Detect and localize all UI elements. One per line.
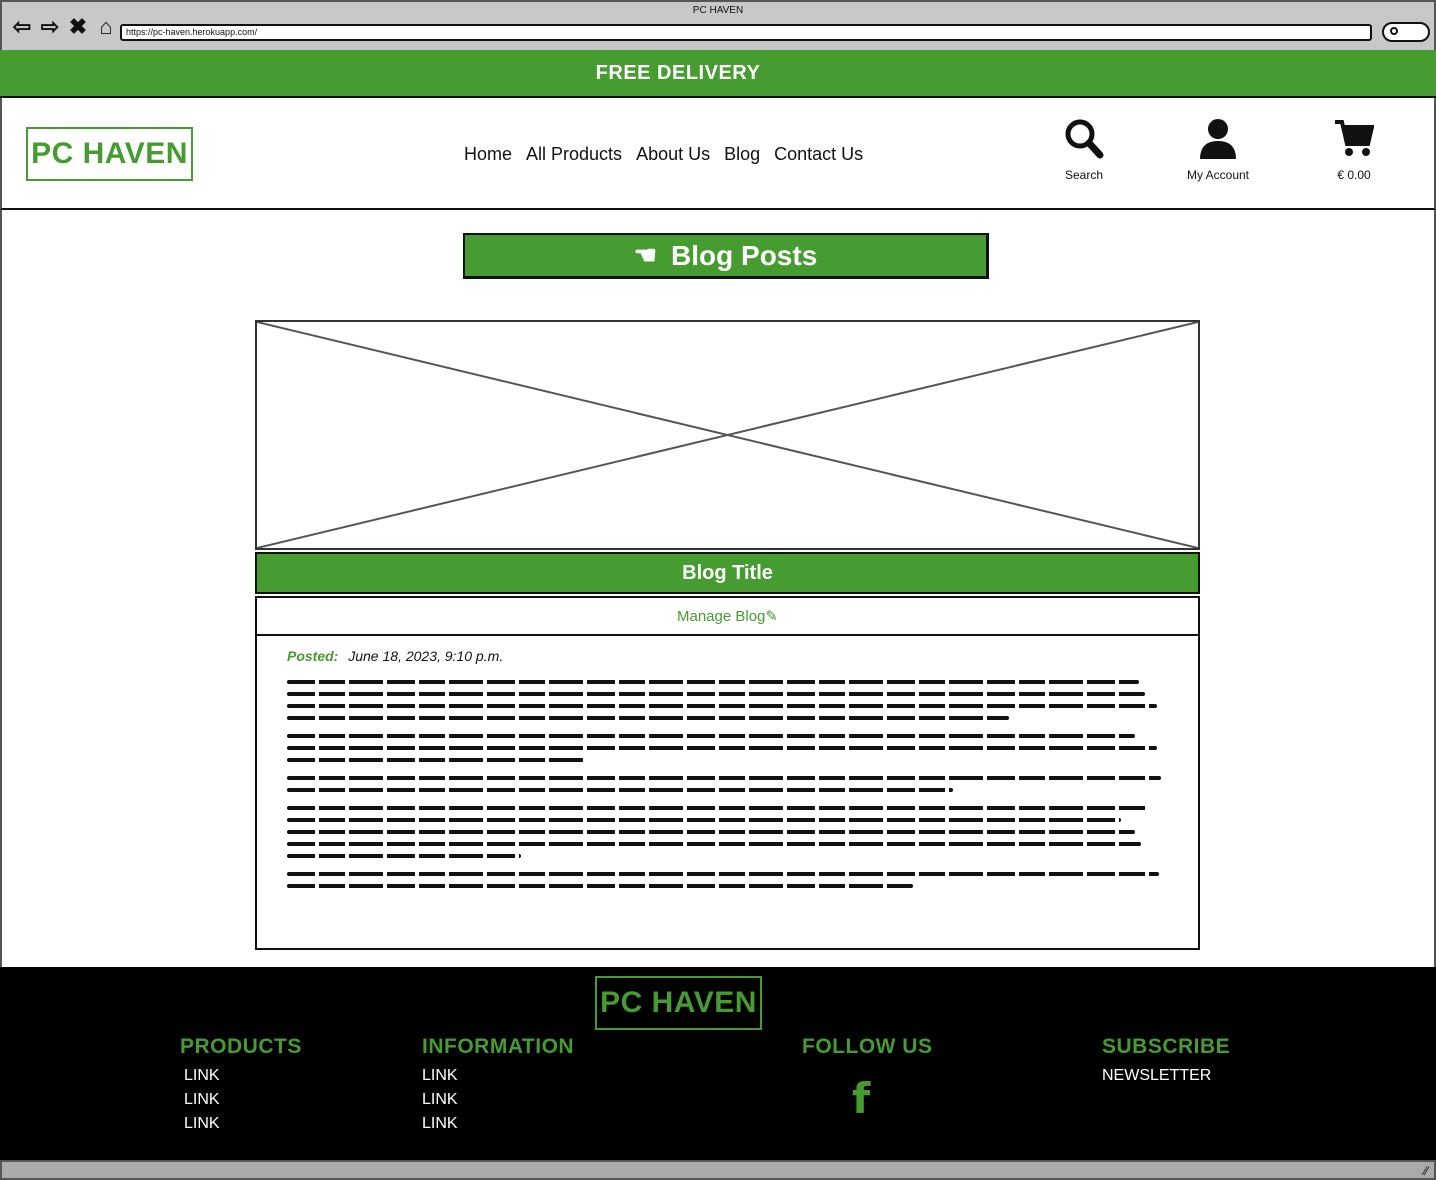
browser-status-bar: ⁄⁄: [0, 1160, 1436, 1180]
shopping-cart-icon: [1335, 120, 1374, 156]
nav-all-products[interactable]: All Products: [526, 144, 622, 165]
footer-products-column: PRODUCTS LINK LINK LINK: [180, 1035, 302, 1139]
my-account-button[interactable]: My Account: [1178, 118, 1258, 182]
banner-text: FREE DELIVERY: [595, 61, 761, 84]
window-title: PC HAVEN: [692, 5, 744, 16]
free-delivery-banner: FREE DELIVERY: [0, 50, 1436, 98]
my-account-label: My Account: [1186, 168, 1250, 182]
page-heading-text: Blog Posts: [671, 239, 818, 271]
manage-blog-link[interactable]: Manage Blog ✎: [255, 596, 1200, 636]
user-icon: [1200, 119, 1236, 159]
blog-paragraph: [287, 806, 1168, 858]
forward-arrow-icon[interactable]: ⇨: [38, 16, 62, 40]
site-header: PC HAVEN Home All Products About Us Blog…: [0, 98, 1436, 210]
site-footer: PC HAVEN PRODUCTS LINK LINK LINK INFORMA…: [0, 967, 1436, 1160]
posted-date: Posted: June 18, 2023, 9:10 p.m.: [287, 648, 1168, 664]
blog-paragraph: [287, 734, 1168, 762]
page-heading: ☚ Blog Posts: [463, 233, 989, 279]
footer-follow-column: FOLLOW US: [802, 1035, 932, 1067]
main-nav: Home All Products About Us Blog Contact …: [464, 144, 863, 165]
footer-products-title: PRODUCTS: [180, 1035, 302, 1058]
footer-follow-title: FOLLOW US: [802, 1035, 933, 1058]
blog-title[interactable]: Blog Title: [255, 552, 1200, 594]
site-logo[interactable]: PC HAVEN: [26, 127, 193, 181]
nav-home[interactable]: Home: [464, 144, 512, 165]
posted-date-value: June 18, 2023, 9:10 p.m.: [348, 648, 504, 664]
close-icon[interactable]: ✖: [66, 16, 90, 40]
blog-card: Blog Title Manage Blog ✎ Posted: June 18…: [255, 320, 1200, 950]
browser-nav-buttons: ⇦ ⇨ ✖ ⌂: [10, 16, 118, 40]
footer-products-link[interactable]: LINK: [184, 1091, 302, 1109]
footer-information-link[interactable]: LINK: [422, 1091, 574, 1109]
posted-label: Posted:: [287, 648, 339, 664]
footer-information-title: INFORMATION: [422, 1035, 575, 1058]
url-bar[interactable]: https://pc-haven.herokuapp.com/: [120, 24, 1372, 41]
nav-blog[interactable]: Blog: [724, 144, 760, 165]
pencil-icon: ✎: [765, 608, 778, 625]
footer-information-link[interactable]: LINK: [422, 1115, 574, 1133]
nav-contact-us[interactable]: Contact Us: [774, 144, 863, 165]
newsletter-link[interactable]: NEWSLETTER: [1102, 1067, 1230, 1085]
blog-paragraph: [287, 872, 1168, 888]
search-button[interactable]: Search: [1054, 118, 1114, 182]
search-icon: [1065, 119, 1104, 159]
home-icon[interactable]: ⌂: [94, 16, 118, 40]
footer-subscribe-title: SUBSCRIBE: [1102, 1035, 1231, 1058]
pointing-hand-icon: ☚: [633, 240, 658, 270]
search-label: Search: [1064, 168, 1104, 182]
resize-grip-icon[interactable]: ⁄⁄: [1424, 1164, 1428, 1178]
browser-chrome: PC HAVEN ⇦ ⇨ ✖ ⌂ https://pc-haven.heroku…: [0, 0, 1436, 50]
footer-information-link[interactable]: LINK: [422, 1067, 574, 1085]
back-arrow-icon[interactable]: ⇦: [10, 16, 34, 40]
search-icon: [1390, 27, 1398, 35]
manage-blog-label: Manage Blog: [677, 607, 766, 625]
blog-body: Posted: June 18, 2023, 9:10 p.m.: [255, 636, 1200, 950]
footer-products-link[interactable]: LINK: [184, 1067, 302, 1085]
blog-paragraph: [287, 776, 1168, 792]
footer-logo[interactable]: PC HAVEN: [595, 976, 762, 1030]
cart-button[interactable]: € 0.00: [1324, 118, 1384, 182]
browser-search-field[interactable]: [1382, 22, 1430, 42]
footer-products-link[interactable]: LINK: [184, 1115, 302, 1133]
footer-subscribe-column: SUBSCRIBE NEWSLETTER: [1102, 1035, 1230, 1091]
main-content: ☚ Blog Posts Blog Title Manage Blog ✎ Po…: [0, 210, 1436, 967]
nav-about-us[interactable]: About Us: [636, 144, 710, 165]
image-placeholder-icon: [255, 320, 1200, 550]
footer-information-column: INFORMATION LINK LINK LINK: [422, 1035, 574, 1139]
blog-paragraph: [287, 680, 1168, 720]
cart-total: € 0.00: [1337, 168, 1371, 182]
facebook-icon[interactable]: f: [852, 1074, 870, 1123]
